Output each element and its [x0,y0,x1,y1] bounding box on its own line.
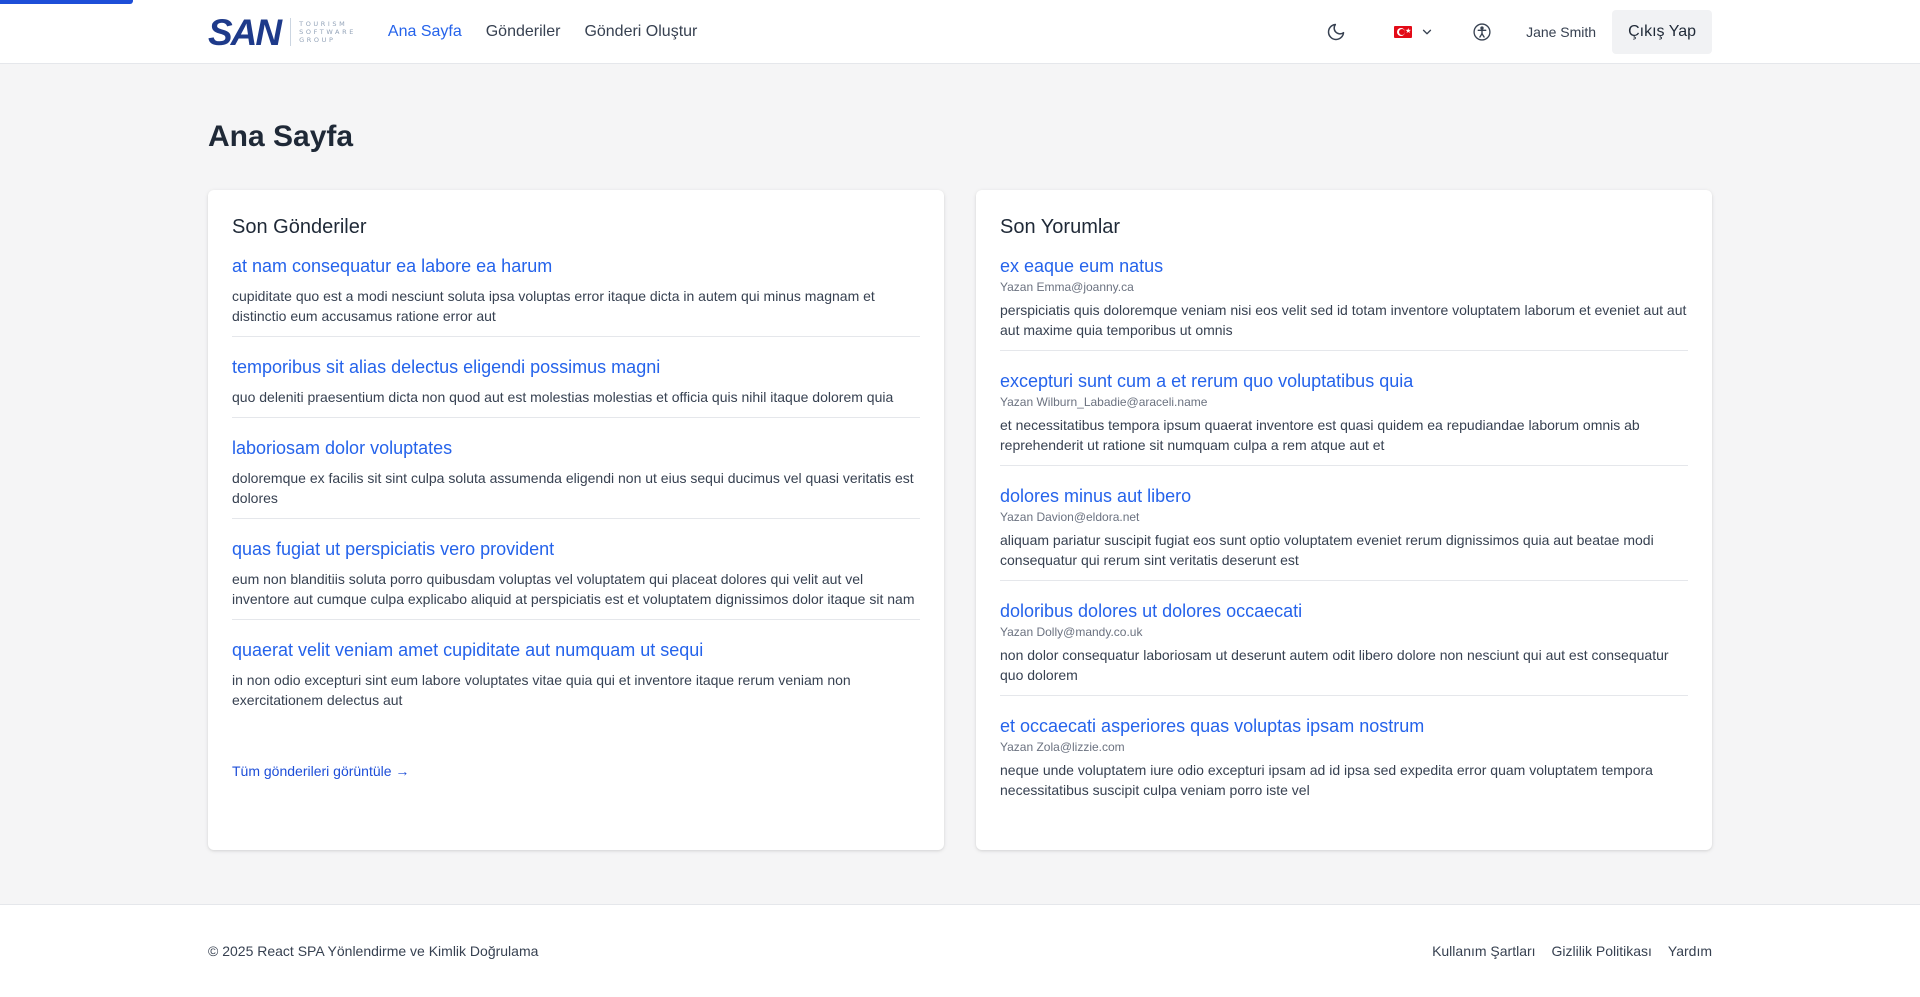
logo-wordmark: SAN [208,11,282,53]
view-all-posts-link[interactable]: Tüm gönderileri görüntüle → [232,763,409,779]
comment-item: excepturi sunt cum a et rerum quo volupt… [1000,370,1688,466]
post-excerpt: eum non blanditiis soluta porro quibusda… [232,571,915,607]
footer-link-privacy[interactable]: Gizlilik Politikası [1552,943,1652,959]
brand-logo[interactable]: SAN TOURISM SOFTWARE GROUP [208,11,356,53]
footer-link-terms[interactable]: Kullanım Şartları [1432,943,1535,959]
copyright-text: © 2025 React SPA Yönlendirme ve Kimlik D… [208,943,539,959]
comment-author: Yazan Emma@joanny.ca [1000,280,1134,294]
theme-toggle-button[interactable] [1316,12,1356,52]
nav-link-posts[interactable]: Gönderiler [486,23,561,41]
comment-body: et necessitatibus tempora ipsum quaerat … [1000,417,1640,453]
comment-author: Yazan Davion@eldora.net [1000,510,1140,524]
comment-body: aliquam pariatur suscipit fugiat eos sun… [1000,532,1654,568]
comment-title-link[interactable]: excepturi sunt cum a et rerum quo volupt… [1000,370,1688,392]
comment-title-link[interactable]: dolores minus aut libero [1000,485,1688,507]
post-excerpt: quo deleniti praesentium dicta non quod … [232,389,894,405]
top-navbar: SAN TOURISM SOFTWARE GROUP Ana Sayfa Gön… [0,0,1920,64]
recent-posts-card: Son Gönderiler at nam consequatur ea lab… [208,190,944,850]
comment-body: perspiciatis quis doloremque veniam nisi… [1000,302,1687,338]
post-excerpt: cupiditate quo est a modi nesciunt solut… [232,288,875,324]
chevron-down-icon [1422,29,1432,35]
post-title-link[interactable]: temporibus sit alias delectus eligendi p… [232,356,920,378]
comment-item: et occaecati asperiores quas voluptas ip… [1000,715,1688,810]
comment-author: Yazan Dolly@mandy.co.uk [1000,625,1143,639]
comment-item: doloribus dolores ut dolores occaecati Y… [1000,600,1688,696]
nav-link-create-post[interactable]: Gönderi Oluştur [584,23,697,41]
comment-author: Yazan Zola@lizzie.com [1000,740,1125,754]
accessibility-icon [1473,23,1491,41]
navbar-actions: ★ Jane Smith Çıkış Yap [1316,10,1712,54]
comment-body: neque unde voluptatem iure odio exceptur… [1000,762,1653,798]
post-item: laboriosam dolor voluptates doloremque e… [232,437,920,519]
post-excerpt: doloremque ex facilis sit sint culpa sol… [232,470,914,506]
main-nav: Ana Sayfa Gönderiler Gönderi Oluştur [388,23,697,41]
moon-icon [1327,23,1345,41]
logout-button[interactable]: Çıkış Yap [1612,10,1712,54]
turkey-flag-icon: ★ [1394,26,1413,38]
comment-title-link[interactable]: et occaecati asperiores quas voluptas ip… [1000,715,1688,737]
post-item: quaerat velit veniam amet cupiditate aut… [232,639,920,720]
accessibility-button[interactable] [1462,12,1502,52]
post-excerpt: in non odio excepturi sint eum labore vo… [232,672,851,708]
recent-comments-card: Son Yorumlar ex eaque eum natus Yazan Em… [976,190,1712,850]
footer-link-help[interactable]: Yardım [1668,943,1712,959]
post-title-link[interactable]: at nam consequatur ea labore ea harum [232,255,920,277]
comment-author: Yazan Wilburn_Labadie@araceli.name [1000,395,1208,409]
post-item: temporibus sit alias delectus eligendi p… [232,356,920,418]
post-item: at nam consequatur ea labore ea harum cu… [232,255,920,337]
post-title-link[interactable]: quaerat velit veniam amet cupiditate aut… [232,639,920,661]
main-content: Ana Sayfa Son Gönderiler at nam consequa… [208,64,1712,850]
comment-title-link[interactable]: ex eaque eum natus [1000,255,1688,277]
top-accent-bar [0,0,133,4]
logo-tagline: TOURISM SOFTWARE GROUP [299,20,356,44]
logo-tagline-line: SOFTWARE [299,28,356,36]
language-select[interactable]: ★ [1394,25,1434,39]
page-footer: © 2025 React SPA Yönlendirme ve Kimlik D… [0,904,1920,997]
logo-tagline-line: GROUP [299,36,336,44]
user-name: Jane Smith [1526,24,1597,40]
recent-comments-heading: Son Yorumlar [1000,216,1121,238]
comment-body: non dolor consequatur laboriosam ut dese… [1000,647,1669,683]
post-item: quas fugiat ut perspiciatis vero provide… [232,538,920,620]
post-title-link[interactable]: quas fugiat ut perspiciatis vero provide… [232,538,920,560]
recent-posts-heading: Son Gönderiler [232,216,367,238]
logo-divider [290,18,292,46]
comment-item: ex eaque eum natus Yazan Emma@joanny.ca … [1000,255,1688,351]
comment-title-link[interactable]: doloribus dolores ut dolores occaecati [1000,600,1688,622]
page-title: Ana Sayfa [208,120,354,153]
post-title-link[interactable]: laboriosam dolor voluptates [232,437,920,459]
logo-tagline-line: TOURISM [299,20,348,28]
comment-item: dolores minus aut libero Yazan Davion@el… [1000,485,1688,581]
nav-link-home[interactable]: Ana Sayfa [388,23,462,41]
footer-links: Kullanım Şartları Gizlilik Politikası Ya… [1432,943,1712,959]
